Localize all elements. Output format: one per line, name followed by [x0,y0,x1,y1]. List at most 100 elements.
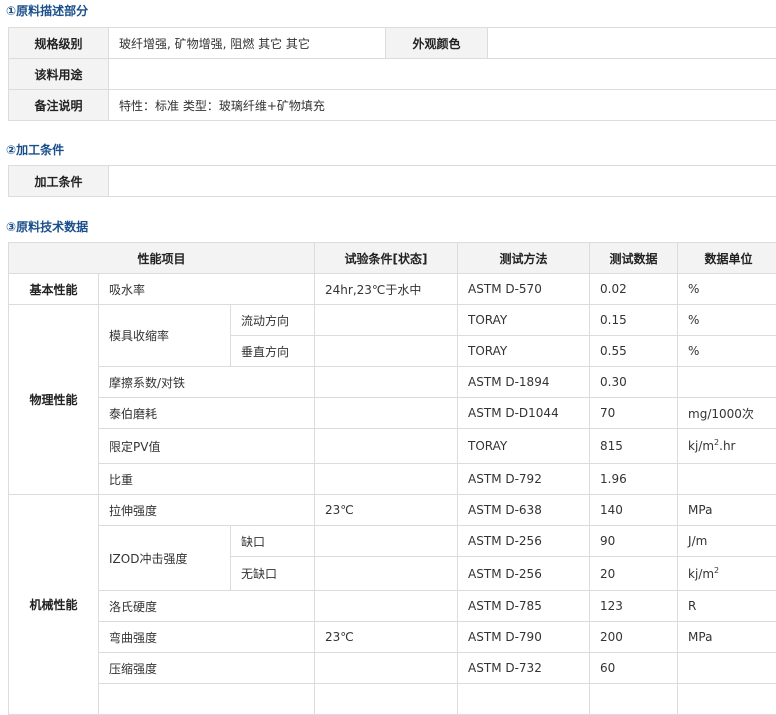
method-cell [458,684,590,715]
method-cell: ASTM D-256 [458,557,590,591]
table-row: 基本性能 吸水率 24hr,23℃于水中 ASTM D-570 0.02 % [9,274,776,305]
property-name: 吸水率 [99,274,315,305]
section-title-technical: ③原料技术数据 [6,219,88,235]
condition-cell [315,429,458,464]
condition-cell [315,367,458,398]
unit-superscript: 2 [714,566,719,575]
value-cell: 0.02 [590,274,678,305]
unit-cell: MPa [678,495,776,526]
value-cell: 1.96 [590,464,678,495]
unit-cell: R [678,591,776,622]
spec-value: 玻纤增强, 矿物增强, 阻燃 其它 其它 [109,28,386,59]
condition-cell [315,336,458,367]
property-name: 洛氏硬度 [99,591,315,622]
unit-cell [678,367,776,398]
table-row: 弯曲强度 23℃ ASTM D-790 200 MPa [9,622,776,653]
property-name: 压缩强度 [99,653,315,684]
header-property: 性能项目 [9,243,315,274]
method-cell: TORAY [458,429,590,464]
header-condition: 试验条件[状态] [315,243,458,274]
value-cell: 140 [590,495,678,526]
group-mechanical: 机械性能 [9,495,99,715]
unit-cell: % [678,305,776,336]
unit-cell: J/m [678,526,776,557]
condition-cell: 23℃ [315,495,458,526]
method-cell: ASTM D-1894 [458,367,590,398]
condition-cell [315,398,458,429]
property-name: IZOD冲击强度 [99,526,231,591]
value-cell: 60 [590,653,678,684]
property-name: 模具收缩率 [99,305,231,367]
value-cell: 123 [590,591,678,622]
unit-cell [678,464,776,495]
method-cell: TORAY [458,305,590,336]
processing-label: 加工条件 [9,166,109,197]
spec-label: 规格级别 [9,28,109,59]
condition-cell [315,557,458,591]
header-method: 测试方法 [458,243,590,274]
property-name: 泰伯磨耗 [99,398,315,429]
processing-value [109,166,776,197]
method-cell: TORAY [458,336,590,367]
value-cell: 0.55 [590,336,678,367]
method-cell: ASTM D-638 [458,495,590,526]
table-row: 洛氏硬度 ASTM D-785 123 R [9,591,776,622]
color-label: 外观颜色 [386,28,488,59]
property-name: 弯曲强度 [99,622,315,653]
value-cell: 200 [590,622,678,653]
table-row: 备注说明 特性：标准 类型：玻璃纤维+矿物填充 [9,90,776,121]
value-cell: 0.30 [590,367,678,398]
usage-value [109,59,776,90]
method-cell: ASTM D-792 [458,464,590,495]
sub-property: 流动方向 [231,305,315,336]
table-row: 泰伯磨耗 ASTM D-D1044 70 mg/1000次 [9,398,776,429]
table-row: 加工条件 [9,166,776,197]
unit-cell: % [678,336,776,367]
value-cell: 90 [590,526,678,557]
condition-cell: 23℃ [315,622,458,653]
table-row [9,684,776,715]
unit-text: kj/m [688,567,714,581]
table-row: 限定PV值 TORAY 815 kj/m2.hr [9,429,776,464]
condition-cell: 24hr,23℃于水中 [315,274,458,305]
unit-text-suffix: .hr [719,439,735,453]
value-cell: 70 [590,398,678,429]
condition-cell [315,653,458,684]
unit-cell: kj/m2.hr [678,429,776,464]
table-row: 机械性能 拉伸强度 23℃ ASTM D-638 140 MPa [9,495,776,526]
section-title-description: ①原料描述部分 [6,3,88,19]
value-cell [590,684,678,715]
remark-label: 备注说明 [9,90,109,121]
condition-cell [315,591,458,622]
property-name [99,684,315,715]
unit-cell: % [678,274,776,305]
table-row: 摩擦系数/对铁 ASTM D-1894 0.30 [9,367,776,398]
value-cell: 0.15 [590,305,678,336]
table-row: 该料用途 [9,59,776,90]
unit-cell [678,653,776,684]
color-value [488,28,776,59]
property-name: 比重 [99,464,315,495]
method-cell: ASTM D-785 [458,591,590,622]
property-name: 摩擦系数/对铁 [99,367,315,398]
processing-table: 加工条件 [8,165,776,197]
method-cell: ASTM D-732 [458,653,590,684]
property-name: 拉伸强度 [99,495,315,526]
header-data: 测试数据 [590,243,678,274]
method-cell: ASTM D-570 [458,274,590,305]
sub-property: 缺口 [231,526,315,557]
property-name: 限定PV值 [99,429,315,464]
unit-text: kj/m [688,439,714,453]
description-table: 规格级别 玻纤增强, 矿物增强, 阻燃 其它 其它 外观颜色 该料用途 备注说明… [8,27,776,121]
table-row: 规格级别 玻纤增强, 矿物增强, 阻燃 其它 其它 外观颜色 [9,28,776,59]
remark-value: 特性：标准 类型：玻璃纤维+矿物填充 [109,90,776,121]
condition-cell [315,464,458,495]
unit-cell: MPa [678,622,776,653]
unit-cell [678,684,776,715]
technical-data-table: 性能项目 试验条件[状态] 测试方法 测试数据 数据单位 基本性能 吸水率 24… [8,242,776,715]
condition-cell [315,526,458,557]
group-basic: 基本性能 [9,274,99,305]
sub-property: 无缺口 [231,557,315,591]
value-cell: 815 [590,429,678,464]
unit-cell: mg/1000次 [678,398,776,429]
